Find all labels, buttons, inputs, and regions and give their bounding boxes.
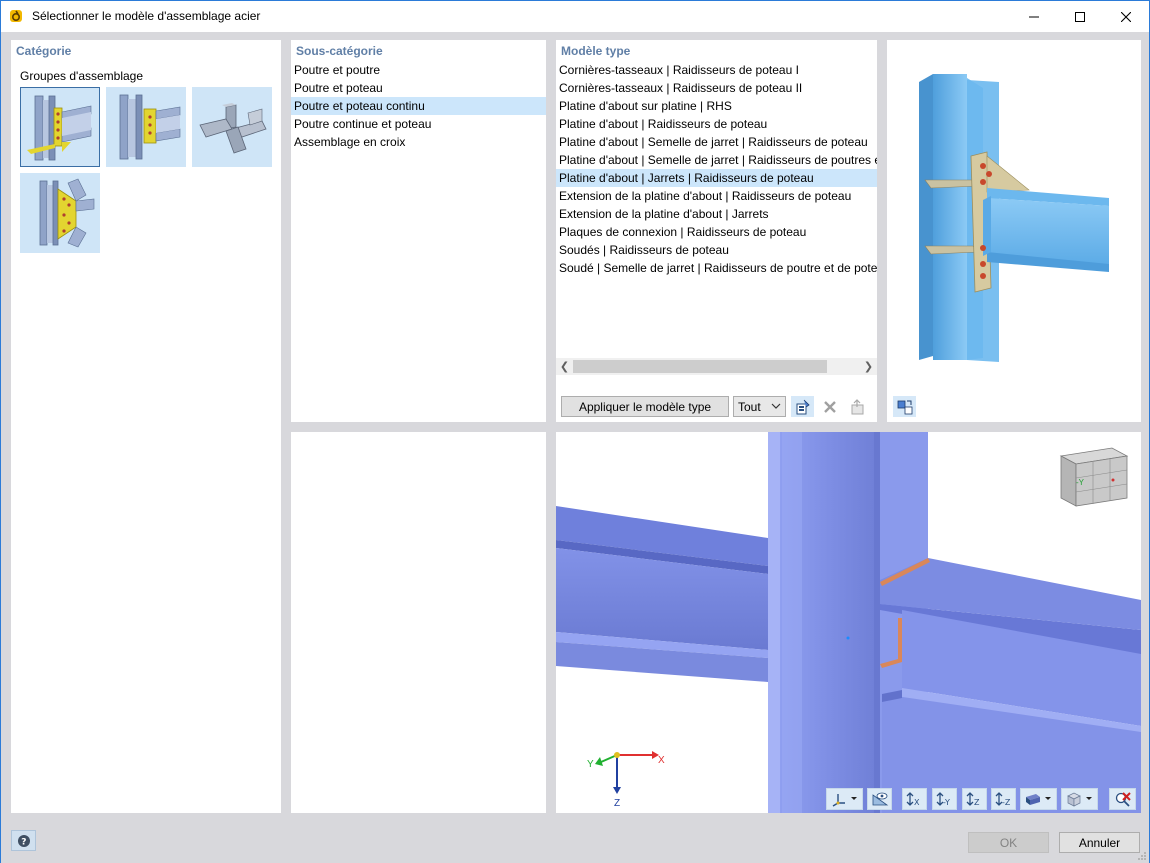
display-mode-icon (1025, 794, 1051, 805)
scroll-right-icon[interactable]: ❯ (860, 358, 877, 375)
subcategory-list: Poutre et poutre Poutre et poteau Poutre… (291, 61, 546, 151)
view-options-icon (897, 400, 912, 414)
svg-text:?: ? (21, 837, 26, 847)
group-thumb-beam-column[interactable] (20, 87, 100, 167)
filter-select[interactable]: Tout (733, 396, 786, 417)
view-z-icon: Z (966, 792, 980, 807)
app-logo-icon (10, 10, 22, 22)
model-type-list: Cornières-tasseaux | Raidisseurs de pote… (556, 61, 877, 277)
apply-template-button[interactable]: Appliquer le modèle type (561, 396, 729, 417)
model-type-item[interactable]: Platine d'about sur platine | RHS (556, 97, 877, 115)
model-type-item[interactable]: Platine d'about | Semelle de jarret | Ra… (556, 151, 877, 169)
axis-y-label: Y (587, 759, 594, 770)
model-type-item[interactable]: Extension de la platine d'about | Jarret… (556, 205, 877, 223)
svg-text:Z: Z (974, 798, 980, 807)
subcategory-item[interactable]: Poutre continue et poteau (291, 115, 546, 133)
axis-z-label: Z (614, 798, 621, 809)
joint-preview-image (919, 74, 1109, 362)
preview-panel (887, 40, 1141, 422)
cancel-button[interactable]: Annuler (1059, 832, 1140, 853)
group-thumb-end-plate[interactable] (106, 87, 186, 167)
dialog-client-area: Catégorie Groupes d'assemblage Sous-caté… (1, 32, 1149, 863)
delete-template-button[interactable] (818, 396, 841, 417)
export-icon (851, 398, 863, 414)
help-button[interactable]: ? (11, 830, 36, 851)
svg-text:X: X (914, 798, 920, 807)
edit-template-icon (796, 399, 810, 414)
minimize-icon (1029, 16, 1039, 17)
maximize-icon (1075, 11, 1085, 22)
steel-joint-3d-render (556, 432, 1141, 813)
close-icon (1121, 11, 1131, 22)
subcategory-title: Sous-catégorie (296, 44, 383, 58)
model-type-title: Modèle type (561, 44, 631, 58)
zoom-reset-icon (1115, 792, 1131, 807)
view-minus-z-button[interactable]: -Z (991, 788, 1016, 810)
view-minus-y-icon: -Y (936, 792, 950, 807)
display-mode-button[interactable] (1020, 788, 1057, 810)
chevron-down-icon (771, 403, 781, 409)
export-template-button[interactable] (846, 396, 869, 417)
reset-view-button[interactable] (1109, 788, 1136, 810)
svg-text:-Z: -Z (1002, 798, 1011, 807)
model-type-item[interactable]: Soudé | Semelle de jarret | Raidisseurs … (556, 259, 877, 277)
category-panel: Catégorie Groupes d'assemblage (11, 40, 281, 813)
view-visibility-button[interactable] (867, 788, 892, 810)
title-bar: Sélectionner le modèle d'assemblage acie… (1, 1, 1149, 32)
window-title: Sélectionner le modèle d'assemblage acie… (32, 9, 261, 23)
help-icon: ? (17, 834, 30, 847)
model-type-item[interactable]: Cornières-tasseaux | Raidisseurs de pote… (556, 61, 877, 79)
view-minus-y-button[interactable]: -Y (932, 788, 957, 810)
close-button[interactable] (1103, 1, 1149, 32)
model-type-item[interactable]: Soudés | Raidisseurs de poteau (556, 241, 877, 259)
group-thumb-hollow-section[interactable] (192, 87, 272, 167)
dialog-window: Sélectionner le modèle d'assemblage acie… (0, 0, 1150, 863)
view-x-icon: X (906, 792, 920, 807)
filter-select-value: Tout (738, 400, 761, 414)
group-label: Groupes d'assemblage (20, 69, 144, 83)
subcategory-panel: Sous-catégorie Poutre et poutre Poutre e… (291, 40, 546, 422)
hollow-section-joint-icon (199, 103, 267, 154)
model-3d-view[interactable]: X Y Z -Y X -Y Z -Z (556, 432, 1141, 813)
navigation-cube[interactable] (1056, 446, 1132, 510)
edit-template-button[interactable] (791, 396, 814, 417)
model-type-item[interactable]: Cornières-tasseaux | Raidisseurs de pote… (556, 79, 877, 97)
model-type-item[interactable]: Extension de la platine d'about | Raidis… (556, 187, 877, 205)
model-type-item[interactable]: Plaques de connexion | Raidisseurs de po… (556, 223, 877, 241)
subcategory-item[interactable]: Assemblage en croix (291, 133, 546, 151)
gusset-joint-icon (39, 178, 95, 248)
svg-text:-Y: -Y (943, 798, 950, 807)
subcategory-item[interactable]: Poutre et poteau (291, 79, 546, 97)
maximize-button[interactable] (1057, 1, 1103, 32)
end-plate-joint-icon (119, 94, 181, 160)
axis-x-label: X (658, 755, 665, 766)
axes-icon (832, 794, 857, 807)
scroll-left-icon[interactable]: ❮ (556, 358, 573, 375)
model-type-item[interactable]: Platine d'about | Raidisseurs de poteau (556, 115, 877, 133)
delete-icon (823, 400, 836, 413)
minimize-button[interactable] (1011, 1, 1057, 32)
group-thumb-gusset[interactable] (20, 173, 100, 253)
axis-display-button[interactable] (826, 788, 863, 810)
preview-view-button[interactable] (893, 396, 916, 417)
render-mode-button[interactable] (1061, 788, 1098, 810)
scrollbar-thumb[interactable] (573, 360, 827, 373)
model-type-item[interactable]: Platine d'about | Semelle de jarret | Ra… (556, 133, 877, 151)
empty-detail-panel (291, 432, 546, 813)
resize-grip-icon[interactable] (1137, 851, 1147, 861)
cube-icon (1066, 792, 1092, 807)
model-type-item-selected[interactable]: Platine d'about | Jarrets | Raidisseurs … (556, 169, 877, 187)
horizontal-scrollbar[interactable]: ❮ ❯ (556, 358, 877, 375)
view-minus-z-icon: -Z (995, 792, 1011, 807)
visibility-icon (872, 792, 888, 806)
ok-button[interactable]: OK (968, 832, 1049, 853)
view-z-button[interactable]: Z (962, 788, 987, 810)
model-type-panel: Modèle type Cornières-tasseaux | Raidiss… (556, 40, 877, 422)
view-x-button[interactable]: X (902, 788, 927, 810)
subcategory-item-selected[interactable]: Poutre et poteau continu (291, 97, 546, 115)
category-title: Catégorie (16, 44, 72, 58)
subcategory-item[interactable]: Poutre et poutre (291, 61, 546, 79)
beam-column-joint-icon (27, 95, 92, 161)
